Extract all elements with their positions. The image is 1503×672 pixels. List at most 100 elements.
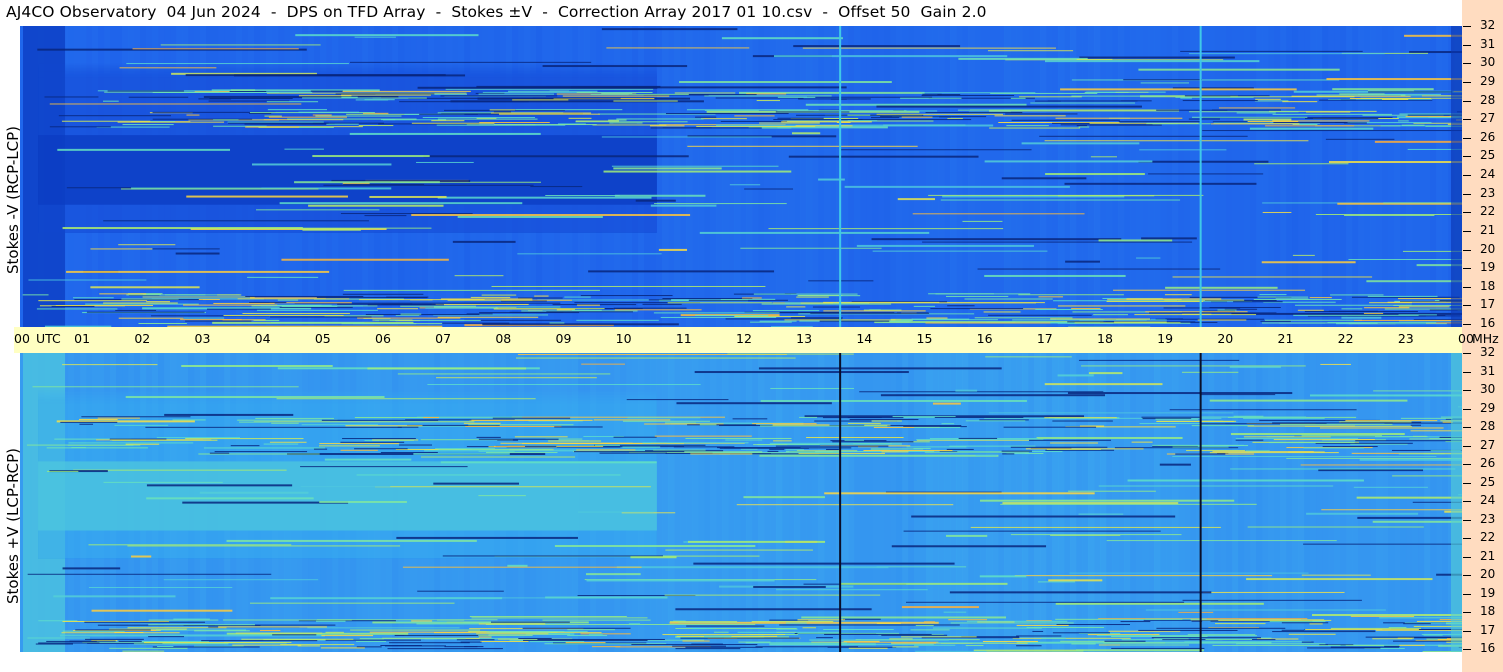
rfi-streak [1297, 309, 1324, 311]
rfi-streak [769, 448, 785, 450]
rfi-streak [759, 320, 797, 322]
rfi-streak [1120, 621, 1151, 623]
rfi-streak [1326, 78, 1462, 81]
heatmap-column [842, 26, 849, 327]
heatmap-column [692, 26, 699, 327]
rfi-streak [608, 119, 627, 121]
mhz-tick-label: 24 [1480, 167, 1496, 181]
rfi-streak [1339, 93, 1385, 95]
rfi-streak [773, 440, 792, 442]
heatmap-column [1280, 26, 1287, 327]
rfi-streak [1319, 99, 1433, 101]
rfi-streak [1165, 318, 1183, 320]
rfi-streak [734, 115, 775, 117]
rfi-streak [1272, 422, 1393, 424]
rfi-streak [53, 595, 176, 598]
heatmap-column [872, 353, 879, 652]
rfi-streak [770, 387, 855, 389]
rfi-streak [463, 646, 484, 648]
rfi-streak [320, 647, 365, 649]
rfi-streak [892, 646, 919, 648]
rfi-streak [1345, 420, 1438, 422]
rfi-streak [1328, 644, 1443, 646]
rfi-streak [568, 117, 592, 119]
rfi-streak [772, 424, 830, 426]
rfi-streak [523, 639, 648, 641]
heatmap-column [830, 353, 837, 652]
rfi-streak [142, 296, 255, 298]
rfi-streak [534, 295, 549, 297]
rfi-streak [891, 545, 1047, 548]
rfi-streak [199, 491, 309, 494]
rfi-streak [227, 121, 324, 123]
rfi-streak [1273, 122, 1347, 124]
heatmap-column [860, 26, 867, 327]
heatmap-column [824, 26, 831, 327]
heatmap-column [1376, 353, 1383, 652]
heatmap-column [728, 353, 735, 652]
rfi-streak [272, 634, 317, 636]
rfi-streak [122, 124, 174, 126]
rfi-streak [977, 268, 1221, 270]
rfi-streak [1217, 309, 1237, 311]
rfi-streak [1288, 633, 1336, 635]
heatmap-column [1280, 353, 1287, 652]
rfi-streak [160, 44, 321, 46]
heatmap-column [662, 26, 669, 327]
rfi-streak [157, 646, 174, 648]
rfi-streak [906, 601, 1185, 603]
rfi-streak [570, 86, 847, 89]
rfi-streak [911, 515, 1176, 518]
rfi-streak [469, 616, 627, 618]
rfi-streak [237, 298, 350, 300]
rfi-streak [745, 642, 848, 644]
rfi-streak [805, 103, 1027, 106]
heatmap-column [716, 353, 723, 652]
rfi-streak [773, 119, 863, 121]
rfi-streak [1045, 449, 1115, 451]
rfi-streak [979, 499, 1235, 502]
rfi-streak [1145, 609, 1386, 611]
rfi-streak [437, 196, 652, 199]
heatmap-column [1106, 26, 1113, 327]
rfi-streak [548, 440, 602, 442]
rfi-streak [1093, 314, 1128, 316]
rfi-streak [737, 631, 840, 633]
rfi-streak [1243, 417, 1325, 419]
rfi-streak [1032, 630, 1044, 632]
rfi-streak [1181, 371, 1239, 373]
heatmap-column [800, 26, 807, 327]
rfi-streak [218, 227, 432, 229]
rfi-streak [312, 155, 430, 158]
rfi-streak [565, 642, 606, 644]
mhz-tick-mark [1463, 305, 1471, 307]
mhz-tick-mark [1463, 556, 1471, 558]
rfi-streak [1384, 422, 1462, 424]
mhz-tick-label: 32 [1480, 18, 1496, 32]
rfi-streak [713, 631, 729, 633]
utc-tick-label: 07 [435, 331, 452, 346]
rfi-streak [269, 316, 372, 318]
heatmap-column [890, 26, 897, 327]
rfi-streak [1012, 637, 1131, 639]
rfi-streak [987, 50, 1074, 52]
mhz-tick-label: 24 [1480, 493, 1496, 507]
rfi-streak [1236, 643, 1326, 645]
rfi-streak [990, 92, 1098, 94]
rfi-streak [1329, 161, 1462, 164]
rfi-streak [542, 619, 651, 621]
rfi-streak [512, 99, 569, 101]
rfi-streak [614, 309, 702, 311]
mhz-tick-label: 32 [1480, 345, 1496, 359]
rfi-streak [949, 591, 1212, 594]
rfi-streak [775, 445, 889, 447]
rfi-streak [493, 308, 575, 310]
rfi-streak [358, 125, 394, 127]
heatmap-column [938, 26, 945, 327]
rfi-streak [915, 650, 987, 652]
mhz-tick-mark [1463, 100, 1471, 102]
heatmap-column [740, 26, 747, 327]
rfi-streak [601, 28, 738, 31]
rfi-streak [966, 620, 1068, 622]
rfi-streak [146, 484, 293, 487]
